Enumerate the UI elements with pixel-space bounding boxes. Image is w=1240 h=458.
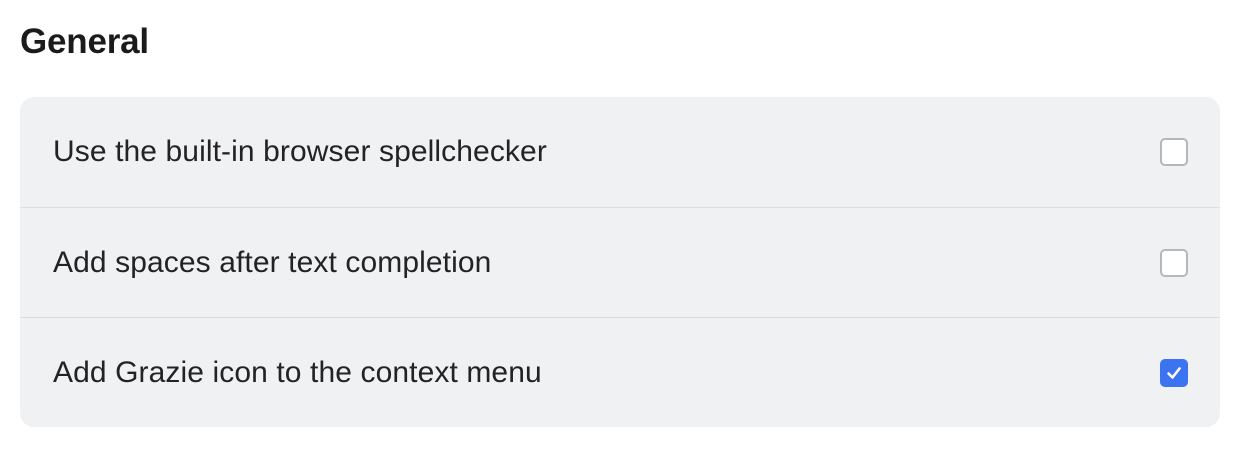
- section-title: General: [20, 22, 149, 61]
- context-menu-icon-checkbox[interactable]: [1160, 358, 1188, 387]
- settings-card: Use the built-in browser spellchecker Ad…: [20, 97, 1220, 427]
- setting-row-spellchecker[interactable]: Use the built-in browser spellchecker: [20, 97, 1220, 207]
- setting-label-spaces-after-completion: Add spaces after text completion: [53, 245, 492, 279]
- spellchecker-checkbox[interactable]: [1160, 138, 1188, 166]
- spaces-after-completion-checkbox[interactable]: [1160, 248, 1188, 277]
- setting-row-context-menu-icon[interactable]: Add Grazie icon to the context menu: [20, 317, 1220, 427]
- setting-label-context-menu-icon: Add Grazie icon to the context menu: [53, 355, 542, 389]
- setting-row-spaces-after-completion[interactable]: Add spaces after text completion: [20, 207, 1220, 317]
- checkmark-icon: [1167, 366, 1181, 379]
- setting-label-spellchecker: Use the built-in browser spellchecker: [53, 135, 547, 168]
